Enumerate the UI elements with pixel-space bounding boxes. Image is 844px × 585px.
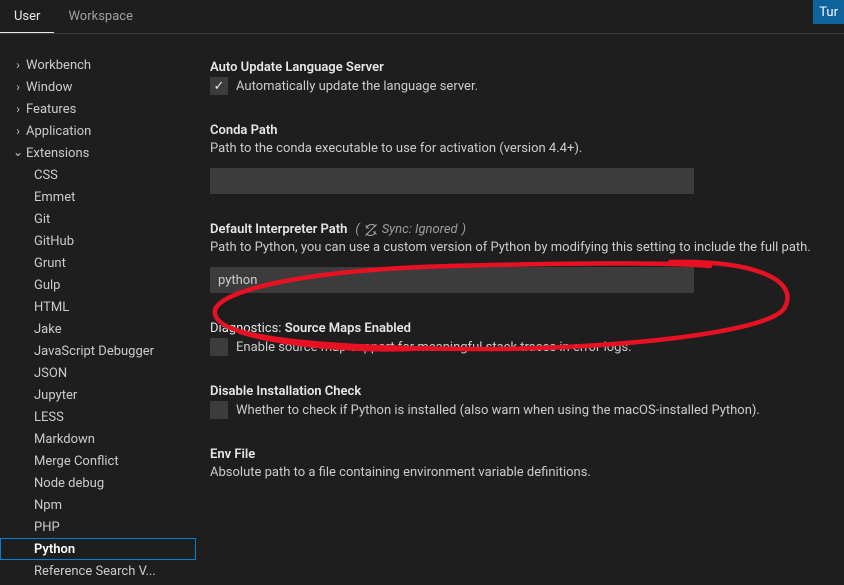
tree-item-javascript-debugger[interactable]: JavaScript Debugger: [0, 340, 196, 362]
tree-item-json[interactable]: JSON: [0, 362, 196, 384]
tree-item-jake[interactable]: Jake: [0, 318, 196, 340]
tree-item-python[interactable]: Python: [0, 538, 196, 560]
tree-label: Npm: [34, 498, 62, 513]
setting-label: Enable source map support for meaningful…: [236, 340, 632, 355]
setting-description: Path to Python, you can use a custom ver…: [210, 239, 830, 257]
setting-title-bold: Source Maps Enabled: [285, 321, 411, 336]
tree-label: JavaScript Debugger: [34, 344, 154, 359]
chevron-right-icon: ›: [10, 80, 26, 94]
tab-user[interactable]: User: [0, 3, 54, 33]
setting-title: Diagnostics: Source Maps Enabled: [210, 321, 830, 336]
settings-tree: › Workbench › Window › Features › Applic…: [0, 34, 196, 585]
tree-item-reference-search-v[interactable]: Reference Search V...: [0, 560, 196, 582]
tree-label: HTML: [34, 300, 69, 315]
conda-path-input[interactable]: [210, 168, 694, 194]
tree-item-features[interactable]: › Features: [0, 98, 196, 120]
tree-item-git[interactable]: Git: [0, 208, 196, 230]
setting-auto-update-language-server: Auto Update Language Server ✓ Automatica…: [210, 60, 830, 95]
tree-item-grunt[interactable]: Grunt: [0, 252, 196, 274]
setting-label: Automatically update the language server…: [236, 79, 478, 94]
tree-item-node-debug[interactable]: Node debug: [0, 472, 196, 494]
tab-workspace[interactable]: Workspace: [54, 3, 147, 33]
default-interpreter-path-input[interactable]: [210, 267, 694, 293]
tree-label: Workbench: [26, 58, 91, 73]
settings-scope-tabs: User Workspace: [0, 0, 844, 34]
tree-label: JSON: [34, 366, 67, 381]
tree-label: PHP: [34, 520, 60, 535]
tree-label: Merge Conflict: [34, 454, 119, 469]
setting-description: Path to the conda executable to use for …: [210, 140, 830, 158]
tree-item-markdown[interactable]: Markdown: [0, 428, 196, 450]
tree-item-workbench[interactable]: › Workbench: [0, 54, 196, 76]
tree-label: Git: [34, 212, 50, 227]
tree-label: Grunt: [34, 256, 66, 271]
chevron-right-icon: ›: [10, 124, 26, 138]
setting-title: Env File: [210, 447, 830, 462]
tree-item-extensions[interactable]: ⌄ Extensions: [0, 142, 196, 164]
tree-label: LESS: [34, 410, 64, 425]
setting-label: Whether to check if Python is installed …: [236, 403, 760, 418]
setting-description: Absolute path to a file containing envir…: [210, 464, 830, 482]
tree-label: GitHub: [34, 234, 74, 249]
setting-title-text: Default Interpreter Path: [210, 222, 347, 237]
tree-item-emmet[interactable]: Emmet: [0, 186, 196, 208]
tree-label: Markdown: [34, 432, 95, 447]
setting-conda-path: Conda Path Path to the conda executable …: [210, 123, 830, 194]
tree-item-php[interactable]: PHP: [0, 516, 196, 538]
setting-title: Conda Path: [210, 123, 830, 138]
setting-title: Auto Update Language Server: [210, 60, 830, 75]
tree-label: Window: [26, 80, 72, 95]
tree-item-less[interactable]: LESS: [0, 406, 196, 428]
tree-label: Python: [34, 542, 75, 557]
tree-label: Features: [26, 102, 76, 117]
sync-ignored-icon: [364, 223, 378, 237]
tree-label: Node debug: [34, 476, 104, 491]
setting-title: Default Interpreter Path ( Sync: Ignored…: [210, 222, 830, 237]
checkbox-diagnostics-source-maps[interactable]: ✓: [210, 338, 228, 356]
settings-content: Auto Update Language Server ✓ Automatica…: [196, 34, 844, 585]
setting-default-interpreter-path: Default Interpreter Path ( Sync: Ignored…: [210, 222, 830, 293]
setting-title-prefix: Diagnostics:: [210, 321, 281, 336]
chevron-right-icon: ›: [10, 58, 26, 72]
checkbox-disable-installation-check[interactable]: ✓: [210, 401, 228, 419]
tree-item-window[interactable]: › Window: [0, 76, 196, 98]
tree-label: Gulp: [34, 278, 60, 293]
tree-item-npm[interactable]: Npm: [0, 494, 196, 516]
tree-item-css[interactable]: CSS: [0, 164, 196, 186]
setting-title: Disable Installation Check: [210, 384, 830, 399]
tree-label: Application: [26, 124, 91, 139]
tree-label: CSS: [34, 168, 58, 183]
setting-disable-installation-check: Disable Installation Check ✓ Whether to …: [210, 384, 830, 419]
tree-label: Jupyter: [34, 388, 77, 403]
tree-item-merge-conflict[interactable]: Merge Conflict: [0, 450, 196, 472]
tree-label: Extensions: [26, 146, 89, 161]
sync-ignored-badge: ( Sync: Ignored): [355, 222, 466, 237]
checkbox-auto-update[interactable]: ✓: [210, 77, 228, 95]
chevron-right-icon: ›: [10, 102, 26, 116]
tree-item-jupyter[interactable]: Jupyter: [0, 384, 196, 406]
turn-on-sync-button[interactable]: Tur: [813, 0, 844, 24]
tree-item-gulp[interactable]: Gulp: [0, 274, 196, 296]
tree-label: Jake: [34, 322, 62, 337]
tree-label: Reference Search V...: [34, 564, 156, 579]
tree-item-html[interactable]: HTML: [0, 296, 196, 318]
setting-diagnostics-source-maps: Diagnostics: Source Maps Enabled ✓ Enabl…: [210, 321, 830, 356]
tree-label: Emmet: [34, 190, 75, 205]
tree-item-application[interactable]: › Application: [0, 120, 196, 142]
setting-env-file: Env File Absolute path to a file contain…: [210, 447, 830, 482]
sync-ignored-label: Sync: Ignored: [382, 222, 458, 237]
chevron-down-icon: ⌄: [10, 145, 26, 159]
tree-item-github[interactable]: GitHub: [0, 230, 196, 252]
